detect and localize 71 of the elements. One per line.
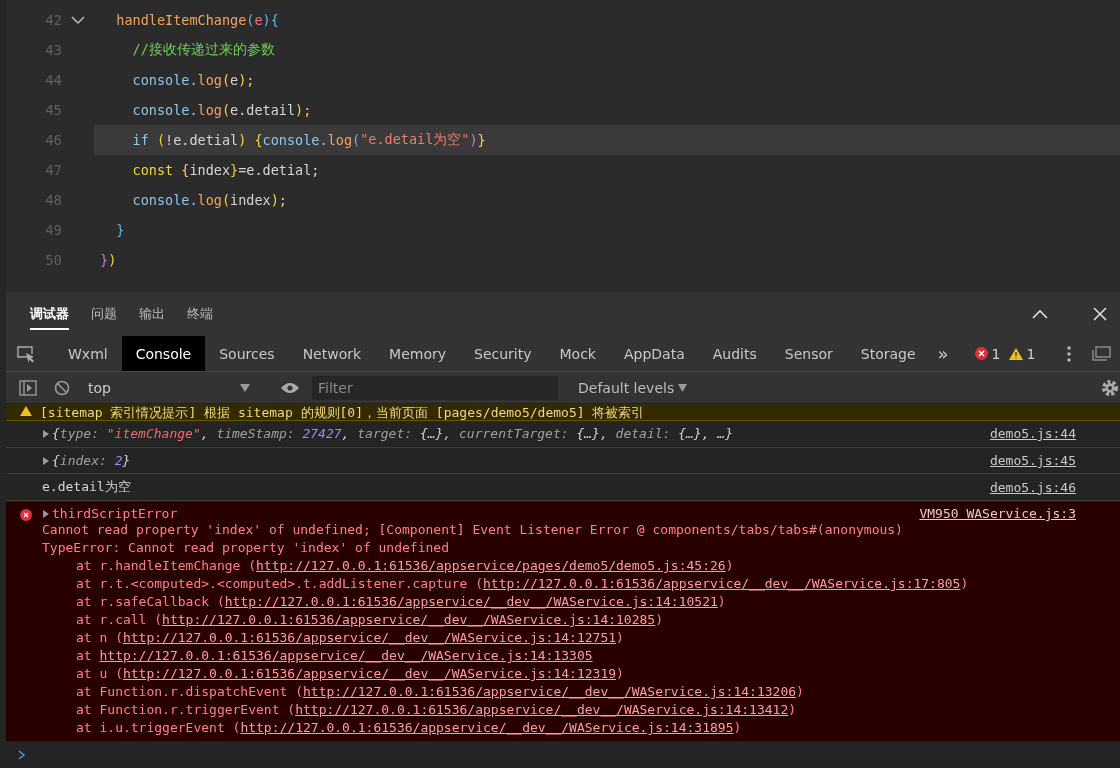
- stack-trace-line: at r.safeCallback (http://127.0.0.1:61536/appservice/__dev__/WAService.js:14:10521): [75, 593, 727, 612]
- caret-icon: [678, 383, 688, 392]
- devtools-tab[interactable]: Sensor: [770, 336, 847, 371]
- code-line: }: [115, 221, 126, 240]
- warning-icon: [20, 405, 32, 416]
- stack-link[interactable]: http://127.0.0.1:61536/appservice/__dev__/WAService.js:14:13305: [99, 648, 593, 664]
- error-title: thirdScriptError: [52, 506, 178, 522]
- stack-trace-line: at n (http://127.0.0.1:61536/appservice/__dev__/WAService.js:14:12751): [75, 629, 625, 648]
- warning-message: [sitemap 索引情况提示] 根据 sitemap 的规则[0]，当前页面 [pages/demo5/demo5] 将被索引: [40, 405, 645, 420]
- stack-trace-line: at Function.r.triggerEvent (http://127.0.0.1:61536/appservice/__dev__/WAService.js:14:13412): [75, 701, 798, 720]
- stack-link[interactable]: http://127.0.0.1:61536/appservice/__dev__/WAService.js:14:13206: [303, 684, 797, 700]
- expand-caret-icon[interactable]: [42, 455, 50, 466]
- stack-trace-line: at Function.r.dispatchEvent (http://127.0.0.1:61536/appservice/__dev__/WAService.js:14:13206): [75, 683, 805, 702]
- devtools-tab[interactable]: Mock: [545, 336, 610, 371]
- stack-link[interactable]: http://127.0.0.1:61536/appservice/__dev__/WAService.js:14:13412: [295, 702, 789, 718]
- stack-link[interactable]: http://127.0.0.1:61536/appservice/__dev__/WAService.js:14:12751: [122, 630, 617, 646]
- filter-field[interactable]: Filter: [312, 375, 558, 400]
- devtools-tab[interactable]: Sources: [205, 336, 289, 371]
- fold-chevron-icon[interactable]: [71, 15, 85, 25]
- expand-caret-icon[interactable]: [42, 428, 50, 439]
- log-message: e.detail为空: [42, 478, 131, 497]
- panel-tab[interactable]: 问题: [91, 298, 117, 330]
- error-icon: [974, 347, 988, 360]
- stack-link[interactable]: http://127.0.0.1:61536/appservice/__dev__/WAService.js:17:805: [483, 576, 961, 592]
- source-link[interactable]: VM950 WAService.js:3: [919, 506, 1076, 522]
- devtools-tab[interactable]: AppData: [610, 336, 699, 371]
- caret-icon: [240, 383, 250, 392]
- stack-link[interactable]: http://127.0.0.1:61536/appservice/__dev__/WAService.js:14:10521: [224, 594, 718, 610]
- panel-tab[interactable]: 输出: [139, 298, 165, 330]
- log-message: {index: 2}: [52, 453, 131, 469]
- source-link[interactable]: demo5.js:44: [989, 426, 1076, 442]
- stack-trace-line: at u (http://127.0.0.1:61536/appservice/__dev__/WAService.js:14:12319): [75, 665, 625, 684]
- error-message: Cannot read property 'index' of undefined; [Component] Event Listener Error @ components/tabs/tabs#(anonymous): [42, 521, 904, 540]
- devtools-tab[interactable]: Security: [460, 336, 546, 371]
- warning-count: 1: [1026, 345, 1036, 362]
- levels-dropdown[interactable]: Default levels: [572, 378, 694, 397]
- panel-tab[interactable]: 调试器: [30, 298, 69, 330]
- code-line: }): [99, 251, 118, 270]
- warning-icon: [1008, 347, 1023, 360]
- devtools-tab[interactable]: Wxml: [54, 336, 122, 371]
- code-line: //接收传递过来的参数: [131, 40, 276, 59]
- stack-link[interactable]: http://127.0.0.1:61536/appservice/__dev__/WAService.js:14:10285: [162, 612, 656, 628]
- devtools-tab[interactable]: Audits: [698, 336, 771, 371]
- code-line: console.log(index);: [131, 191, 288, 210]
- error-icon: [20, 509, 32, 522]
- source-link[interactable]: demo5.js:46: [989, 479, 1076, 495]
- source-link[interactable]: demo5.js:45: [989, 453, 1076, 469]
- code-line: const {index}=e.detial;: [131, 161, 321, 180]
- stack-trace-line: at r.call (http://127.0.0.1:61536/appservice/__dev__/WAService.js:14:10285): [75, 611, 664, 630]
- devtools-tab[interactable]: Memory: [375, 336, 461, 371]
- context-select[interactable]: top: [84, 379, 254, 396]
- stack-trace-line: at i.u.triggerEvent (http://127.0.0.1:61536/appservice/__dev__/WAService.js:14:31895): [75, 719, 743, 738]
- devtools-tab[interactable]: Storage: [846, 336, 930, 371]
- log-message: {type: "itemChange", timeStamp: 27427, target: {…}, currentTarget: {…}, detail: {…}, …}: [52, 426, 733, 442]
- expand-caret-icon[interactable]: [42, 508, 50, 519]
- code-line: console.log(e);: [131, 71, 256, 90]
- devtools-tab[interactable]: Console: [121, 336, 206, 371]
- devtools-tab[interactable]: Network: [288, 336, 376, 371]
- stack-trace-line: at r.handleItemChange (http://127.0.0.1:61536/appservice/pages/demo5/demo5.js:45:26): [75, 557, 735, 576]
- stack-link[interactable]: http://127.0.0.1:61536/appservice/pages/demo5/demo5.js:45:26: [256, 558, 726, 574]
- code-line: console.log(e.detail);: [131, 101, 313, 120]
- prompt-caret-icon: [18, 750, 26, 761]
- panel-tab[interactable]: 终端: [187, 298, 213, 330]
- error-count: 1: [991, 345, 1001, 362]
- code-line: handleItemChange(e){: [115, 11, 280, 30]
- error-message: TypeError: Cannot read property 'index' of undefined: [42, 539, 450, 558]
- stack-link[interactable]: http://127.0.0.1:61536/appservice/__dev__/WAService.js:14:12319: [122, 666, 617, 682]
- stack-trace-line: at r.t.<computed>.<computed>.t.addListener.capture (http://127.0.0.1:61536/appservice/__dev__/WAService.js:17:805): [75, 575, 970, 594]
- stack-trace-line: at http://127.0.0.1:61536/appservice/__dev__/WAService.js:14:13305: [75, 647, 594, 666]
- stack-link[interactable]: http://127.0.0.1:61536/appservice/__dev__/WAService.js:14:31895: [240, 720, 734, 736]
- more-tabs-button[interactable]: »: [929, 336, 957, 371]
